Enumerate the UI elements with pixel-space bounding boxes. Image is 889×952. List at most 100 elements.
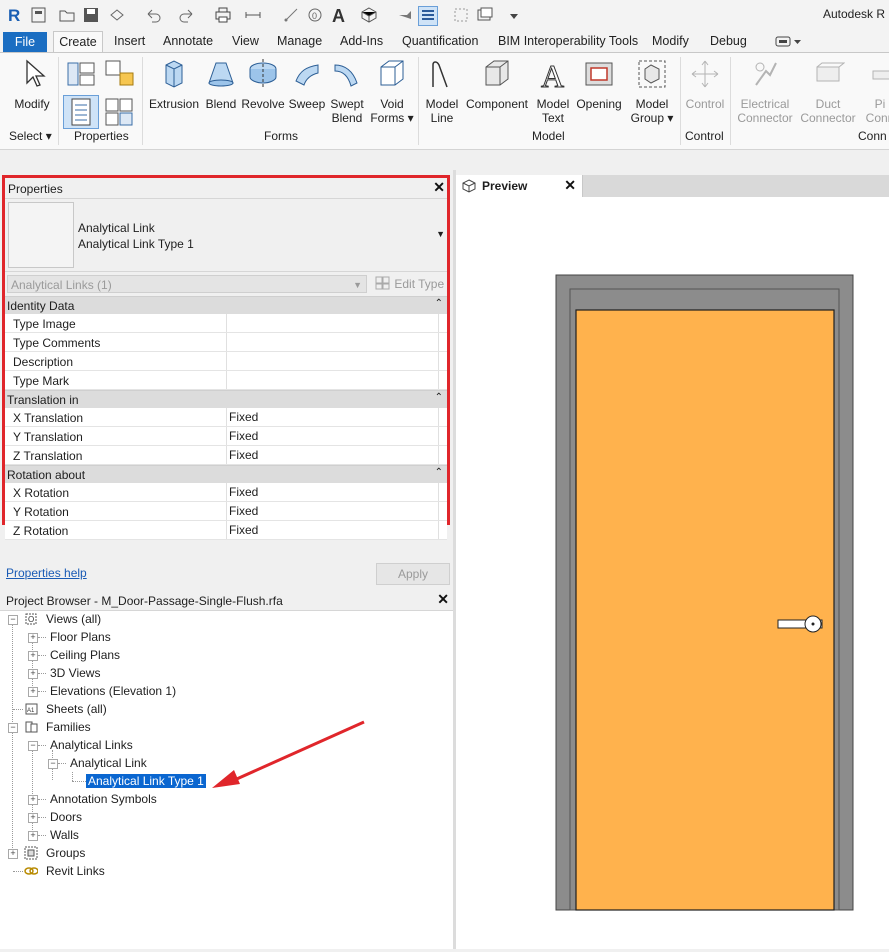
- undo-icon[interactable]: [144, 6, 162, 24]
- tree-node-analytical-link[interactable]: Analytical Link: [70, 754, 147, 772]
- tree-node-sheets[interactable]: Sheets (all): [46, 700, 107, 718]
- property-value[interactable]: Fixed: [226, 521, 443, 539]
- scrollbar-track[interactable]: [438, 483, 447, 501]
- scrollbar-track[interactable]: [438, 333, 447, 351]
- collapse-toggle[interactable]: −: [8, 615, 18, 625]
- extrusion-button[interactable]: Extrusion: [146, 57, 202, 111]
- close-icon[interactable]: ✕: [564, 177, 576, 194]
- type-selector[interactable]: Analytical Link Analytical Link Type 1 ▼: [5, 199, 447, 272]
- tab-file[interactable]: File: [3, 32, 47, 52]
- property-category[interactable]: Translation in ⌃: [5, 390, 447, 408]
- swept-blend-button[interactable]: Swept Blend: [326, 57, 368, 125]
- apply-button[interactable]: Apply: [376, 563, 450, 585]
- tree-node-analytical-links[interactable]: Analytical Links: [50, 736, 133, 754]
- property-category[interactable]: Rotation about ⌃: [5, 465, 447, 483]
- type-properties-icon[interactable]: [102, 95, 136, 129]
- revolve-button[interactable]: Revolve: [240, 57, 286, 111]
- tab-view[interactable]: View: [232, 34, 259, 48]
- tree-node-annotation-symbols[interactable]: Annotation Symbols: [50, 790, 157, 808]
- redo-icon[interactable]: [178, 6, 196, 24]
- properties-toggle-icon[interactable]: [63, 95, 99, 129]
- tab-preview[interactable]: Preview ✕: [456, 175, 583, 197]
- tag-icon[interactable]: 0: [306, 6, 324, 24]
- aligned-dimension-icon[interactable]: [282, 6, 300, 24]
- scrollbar-track[interactable]: [438, 371, 447, 389]
- revit-logo-icon[interactable]: R: [6, 6, 24, 25]
- scrollbar-track[interactable]: [438, 446, 447, 464]
- property-value[interactable]: Fixed: [226, 502, 443, 520]
- scrollbar-track[interactable]: [438, 314, 447, 332]
- tree-node-3d-views[interactable]: 3D Views: [50, 664, 100, 682]
- family-category-icon[interactable]: [102, 57, 136, 91]
- tab-modify[interactable]: Modify: [652, 34, 689, 48]
- expand-toggle[interactable]: +: [8, 849, 18, 859]
- modify-button[interactable]: Modify: [8, 57, 56, 111]
- pipe-connector-button[interactable]: PiConn: [860, 57, 889, 125]
- open-icon[interactable]: [58, 6, 76, 24]
- text-icon[interactable]: A: [330, 6, 348, 26]
- instance-filter-select[interactable]: Analytical Links (1) ▼: [7, 275, 367, 293]
- tab-annotate[interactable]: Annotate: [163, 34, 213, 48]
- scrollbar-track[interactable]: [438, 352, 447, 370]
- expand-toggle[interactable]: +: [28, 633, 38, 643]
- print-icon[interactable]: [214, 6, 232, 24]
- collapse-toggle[interactable]: −: [8, 723, 18, 733]
- collapse-toggle[interactable]: −: [48, 759, 58, 769]
- void-forms-button[interactable]: Void Forms ▾: [370, 57, 414, 125]
- tab-quantification[interactable]: Quantification: [402, 34, 478, 48]
- property-value[interactable]: Fixed: [226, 446, 443, 464]
- tab-create[interactable]: Create: [53, 31, 103, 53]
- property-value[interactable]: [226, 371, 443, 389]
- edit-type-button[interactable]: Edit Type: [375, 275, 449, 293]
- thin-lines-icon[interactable]: [418, 6, 438, 26]
- scrollbar-track[interactable]: [438, 408, 447, 426]
- properties-help-link[interactable]: Properties help: [6, 566, 87, 580]
- preview-canvas[interactable]: [456, 197, 889, 949]
- expand-toggle[interactable]: +: [28, 651, 38, 661]
- property-value[interactable]: [226, 314, 443, 332]
- property-value[interactable]: Fixed: [226, 408, 443, 426]
- tree-node-elevations[interactable]: Elevations (Elevation 1): [50, 682, 176, 700]
- section-icon[interactable]: [396, 6, 414, 24]
- scrollbar-track[interactable]: [438, 521, 447, 539]
- scrollbar-track[interactable]: [438, 502, 447, 520]
- tab-manage[interactable]: Manage: [277, 34, 322, 48]
- tab-debug[interactable]: Debug: [710, 34, 747, 48]
- component-button[interactable]: Component: [464, 57, 530, 111]
- duct-connector-button[interactable]: Duct Connector: [798, 57, 858, 125]
- collapse-chevron-icon[interactable]: ⌃: [435, 298, 443, 309]
- sweep-button[interactable]: Sweep: [286, 57, 328, 111]
- ribbon-minimize-icon[interactable]: [775, 36, 803, 51]
- tree-node-revit-links[interactable]: Revit Links: [46, 862, 105, 880]
- property-value[interactable]: [226, 333, 443, 351]
- tab-insert[interactable]: Insert: [114, 34, 145, 48]
- tree-node-floor-plans[interactable]: Floor Plans: [50, 628, 111, 646]
- property-value[interactable]: Fixed: [226, 427, 443, 445]
- close-icon[interactable]: ✕: [433, 179, 445, 196]
- blend-button[interactable]: Blend: [202, 57, 240, 111]
- expand-toggle[interactable]: +: [28, 831, 38, 841]
- tree-node-analytical-link-type[interactable]: Analytical Link Type 1: [86, 772, 206, 790]
- tree-node-groups[interactable]: Groups: [46, 844, 85, 862]
- model-group-button[interactable]: Model Group ▾: [628, 57, 676, 125]
- expand-toggle[interactable]: +: [28, 687, 38, 697]
- model-line-button[interactable]: Model Line: [422, 57, 462, 125]
- close-icon[interactable]: ✕: [437, 591, 449, 608]
- scrollbar-track[interactable]: [438, 427, 447, 445]
- control-button[interactable]: Control: [682, 57, 728, 111]
- expand-toggle[interactable]: +: [28, 669, 38, 679]
- family-types-icon[interactable]: [64, 57, 98, 91]
- electrical-connector-button[interactable]: Electrical Connector: [734, 57, 796, 125]
- tree-node-walls[interactable]: Walls: [50, 826, 79, 844]
- expand-toggle[interactable]: +: [28, 795, 38, 805]
- collapse-chevron-icon[interactable]: ⌃: [435, 467, 443, 478]
- tree-node-families[interactable]: Families: [46, 718, 91, 736]
- tree-node-ceiling-plans[interactable]: Ceiling Plans: [50, 646, 120, 664]
- property-category[interactable]: Identity Data ⌃: [5, 296, 447, 314]
- measure-icon[interactable]: [244, 6, 262, 24]
- switch-windows-icon[interactable]: [476, 6, 494, 24]
- close-hidden-windows-icon[interactable]: [452, 6, 470, 24]
- collapse-toggle[interactable]: −: [28, 741, 38, 751]
- chevron-down-icon[interactable]: ▼: [436, 229, 445, 239]
- tab-bim-interoperability[interactable]: BIM Interoperability Tools: [498, 34, 638, 48]
